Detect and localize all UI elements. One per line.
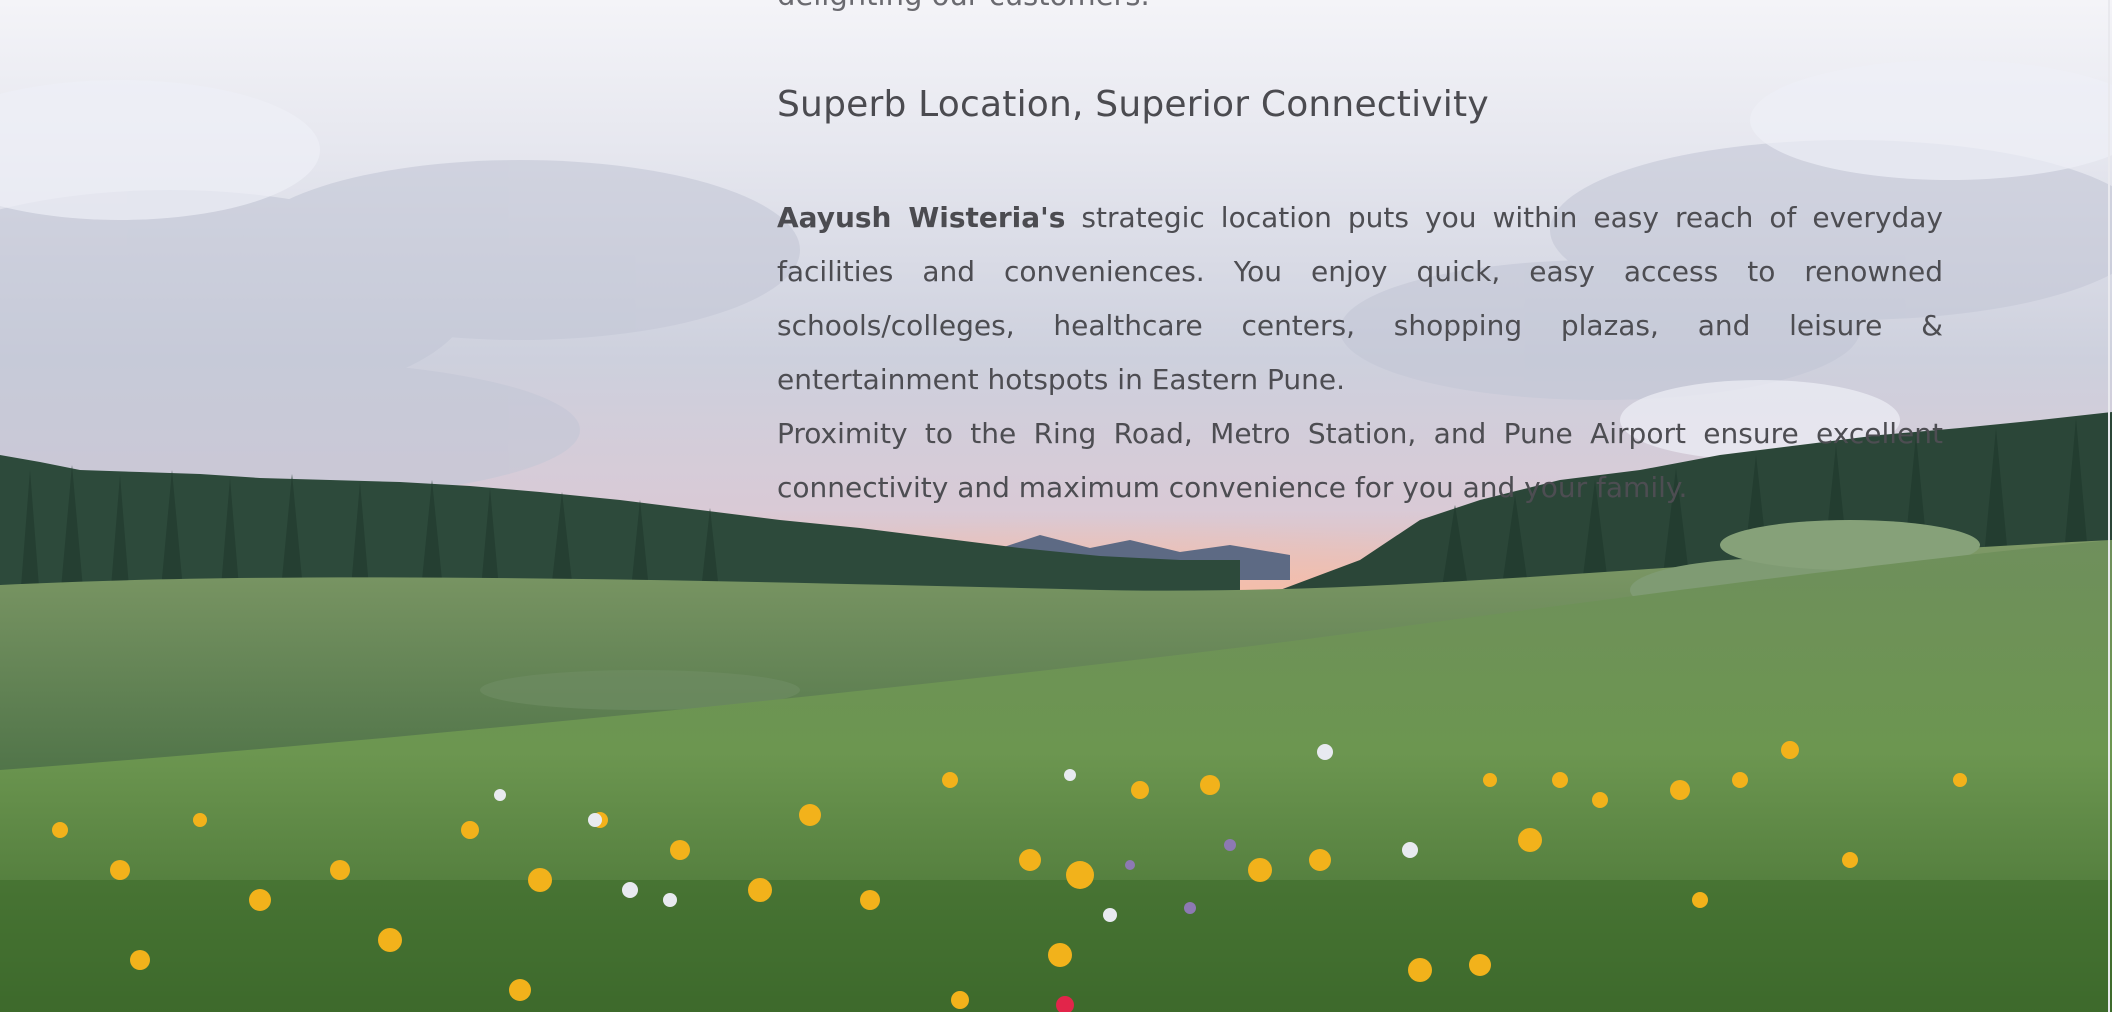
brand-name: Aayush Wisteria's (777, 201, 1066, 234)
section-body: Aayush Wisteria's strategic location put… (777, 191, 1943, 515)
previous-paragraph-fragment: delighting our customers. (777, 0, 1150, 12)
section-title: Superb Location, Superior Connectivity (777, 84, 1489, 125)
page-edge-divider (2108, 0, 2110, 1012)
body-paragraph-2: Proximity to the Ring Road, Metro Statio… (777, 417, 1943, 504)
